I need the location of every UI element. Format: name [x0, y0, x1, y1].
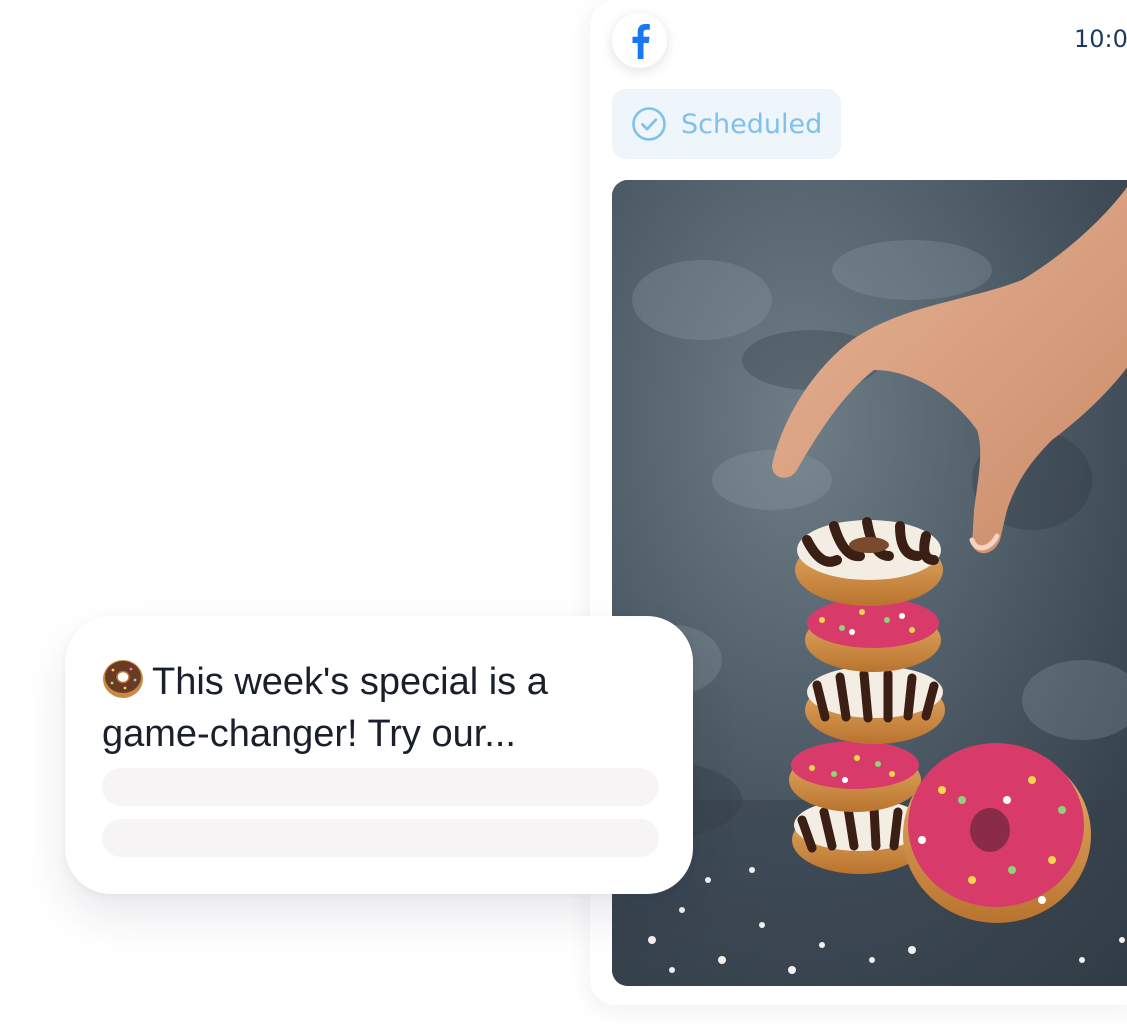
facebook-icon	[632, 23, 650, 59]
status-badge: Scheduled	[612, 89, 841, 159]
status-label: Scheduled	[681, 108, 823, 140]
facebook-badge[interactable]	[612, 13, 667, 68]
caption-text-line-2: game-changer! Try our...	[102, 713, 516, 755]
text-placeholder-bar	[102, 819, 659, 857]
caption-text-line-1: This week's special is a	[152, 661, 548, 703]
post-time: 10:0	[1074, 25, 1127, 53]
donut-emoji-icon	[103, 660, 143, 698]
caption-card[interactable]: This week's special is a game-changer! T…	[65, 616, 693, 894]
stage: 10:0 Scheduled This week's special is a …	[0, 0, 1127, 1025]
text-placeholder-bar	[102, 768, 659, 806]
check-circle-icon	[631, 106, 667, 142]
